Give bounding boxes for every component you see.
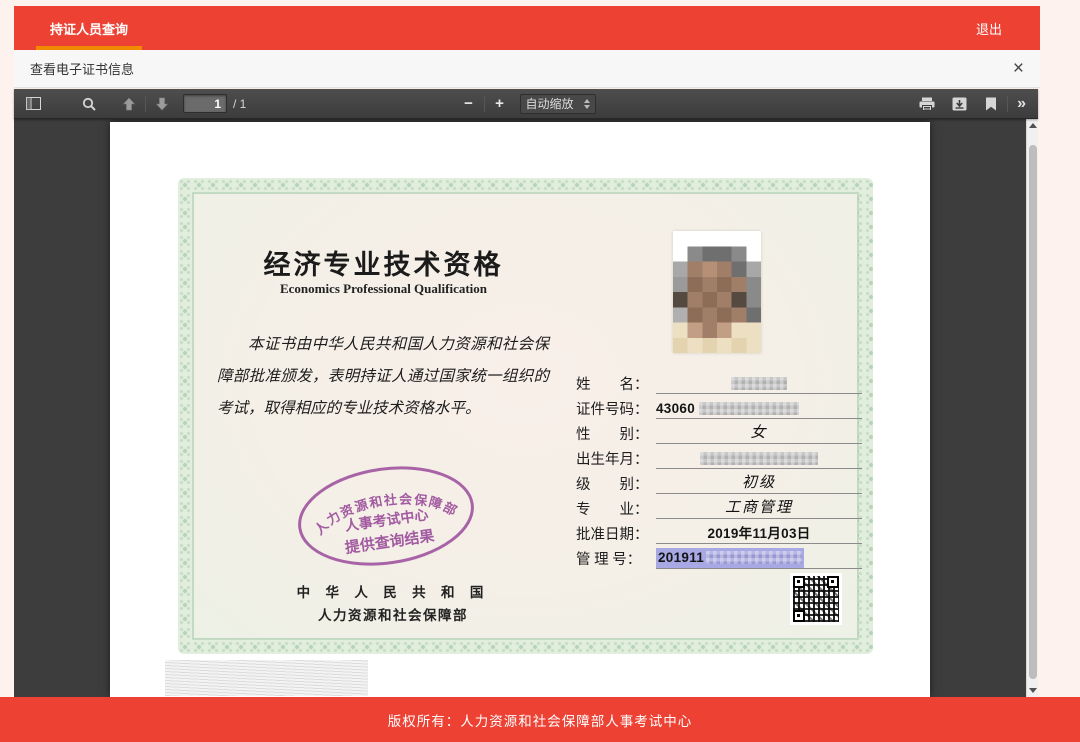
download-icon: [952, 97, 967, 111]
redacted-name-block: [731, 377, 787, 390]
redacted-id-block: [699, 402, 799, 415]
search-icon: [82, 97, 96, 111]
page-count-label: / 1: [233, 97, 246, 111]
previous-page-button[interactable]: [116, 92, 142, 116]
printer-icon: [919, 97, 935, 111]
scroll-down-arrow-icon[interactable]: [1027, 684, 1038, 697]
bookmark-icon: [985, 97, 997, 111]
viewer-scrollbar[interactable]: [1026, 119, 1038, 697]
scroll-up-arrow-icon[interactable]: [1027, 119, 1038, 132]
qr-code: [790, 573, 842, 625]
pdf-page: 经济专业技术资格 Economics Professional Qualific…: [110, 122, 930, 697]
svg-text:人力资源和社会保障部: 人力资源和社会保障部: [308, 483, 462, 539]
qr-finder-icon: [793, 576, 805, 588]
download-button[interactable]: [946, 92, 972, 116]
panel-header: 查看电子证书信息 ×: [14, 50, 1040, 88]
next-page-button[interactable]: [149, 92, 175, 116]
app-header-bar: 持证人员查询 退出: [14, 6, 1040, 50]
redacted-birth-block: [700, 452, 818, 465]
pixelated-portrait-photo: [673, 231, 761, 353]
pdf-toolbar: / 1 − + 自动缩放 »: [14, 89, 1038, 119]
certificate-subtitle: Economics Professional Qualification: [211, 281, 556, 297]
search-button[interactable]: [76, 92, 102, 116]
zoom-mode-value: 自动缩放: [526, 95, 574, 112]
copyright-text: 版权所有：人力资源和社会保障部人事考试中心: [388, 710, 693, 730]
bookmark-button[interactable]: [978, 92, 1004, 116]
certificate-body-text: 本证书由中华人民共和国人力资源和社会保障部批准颁发，表明持证人通过国家统一组织的…: [217, 329, 549, 424]
arrow-down-icon: [155, 97, 169, 111]
tab-label: 持证人员查询: [50, 19, 128, 38]
verification-seal: 人力资源和社会保障部 人事考试中心 提供查询结果: [289, 453, 483, 579]
field-name: 姓 名：: [576, 374, 862, 394]
qr-finder-icon: [827, 576, 839, 588]
issuer-block: 中 华 人 民 共 和 国 人力资源和社会保障部: [293, 581, 493, 624]
certificate-fields: 姓 名： 证件号码： 43060 性 别： 女 出生年月：: [576, 374, 862, 574]
qr-finder-icon: [793, 610, 805, 622]
field-id-number: 证件号码： 43060: [576, 399, 862, 419]
seal-arc-text: 人力资源和社会保障部: [308, 483, 462, 539]
scrollbar-thumb[interactable]: [1029, 145, 1037, 679]
field-level: 级 别： 初级: [576, 474, 862, 494]
pdf-canvas-area: 经济专业技术资格 Economics Professional Qualific…: [14, 119, 1038, 697]
zoom-mode-select[interactable]: 自动缩放: [520, 94, 596, 114]
zoom-out-button[interactable]: −: [457, 95, 481, 112]
sidebar-toggle-icon: [26, 97, 41, 110]
field-gender: 性 别： 女: [576, 424, 862, 444]
issuer-ministry: 人力资源和社会保障部: [293, 604, 493, 624]
close-icon[interactable]: ×: [1013, 59, 1024, 78]
blurred-signature-area: [165, 660, 368, 696]
copyright-footer: 版权所有：人力资源和社会保障部人事考试中心: [0, 697, 1080, 742]
zoom-controls: − + 自动缩放: [457, 94, 596, 114]
issuer-country: 中 华 人 民 共 和 国: [293, 581, 493, 601]
field-approval-date: 批准日期： 2019年11月03日: [576, 524, 862, 544]
print-button[interactable]: [914, 92, 940, 116]
certificate-title: 经济专业技术资格: [211, 243, 556, 282]
field-birth-date: 出生年月：: [576, 449, 862, 469]
arrow-up-icon: [122, 97, 136, 111]
field-major: 专 业： 工商管理: [576, 499, 862, 519]
certificate: 经济专业技术资格 Economics Professional Qualific…: [178, 178, 873, 654]
selected-management-number: 201911: [656, 548, 804, 568]
redacted-management-block: [706, 551, 802, 564]
select-spinner-icon: [584, 99, 590, 109]
logout-button[interactable]: 退出: [976, 19, 1002, 38]
panel-title: 查看电子证书信息: [30, 59, 134, 78]
tab-certificate-holder-query[interactable]: 持证人员查询: [36, 6, 142, 50]
field-management-number: 管 理 号： 201911: [576, 549, 862, 569]
page-number-input[interactable]: [183, 94, 227, 113]
pdf-viewer: / 1 − + 自动缩放 »: [14, 89, 1038, 697]
toolbar-more-button[interactable]: »: [1011, 95, 1032, 113]
zoom-in-button[interactable]: +: [488, 95, 512, 112]
sidebar-toggle-button[interactable]: [20, 92, 46, 116]
